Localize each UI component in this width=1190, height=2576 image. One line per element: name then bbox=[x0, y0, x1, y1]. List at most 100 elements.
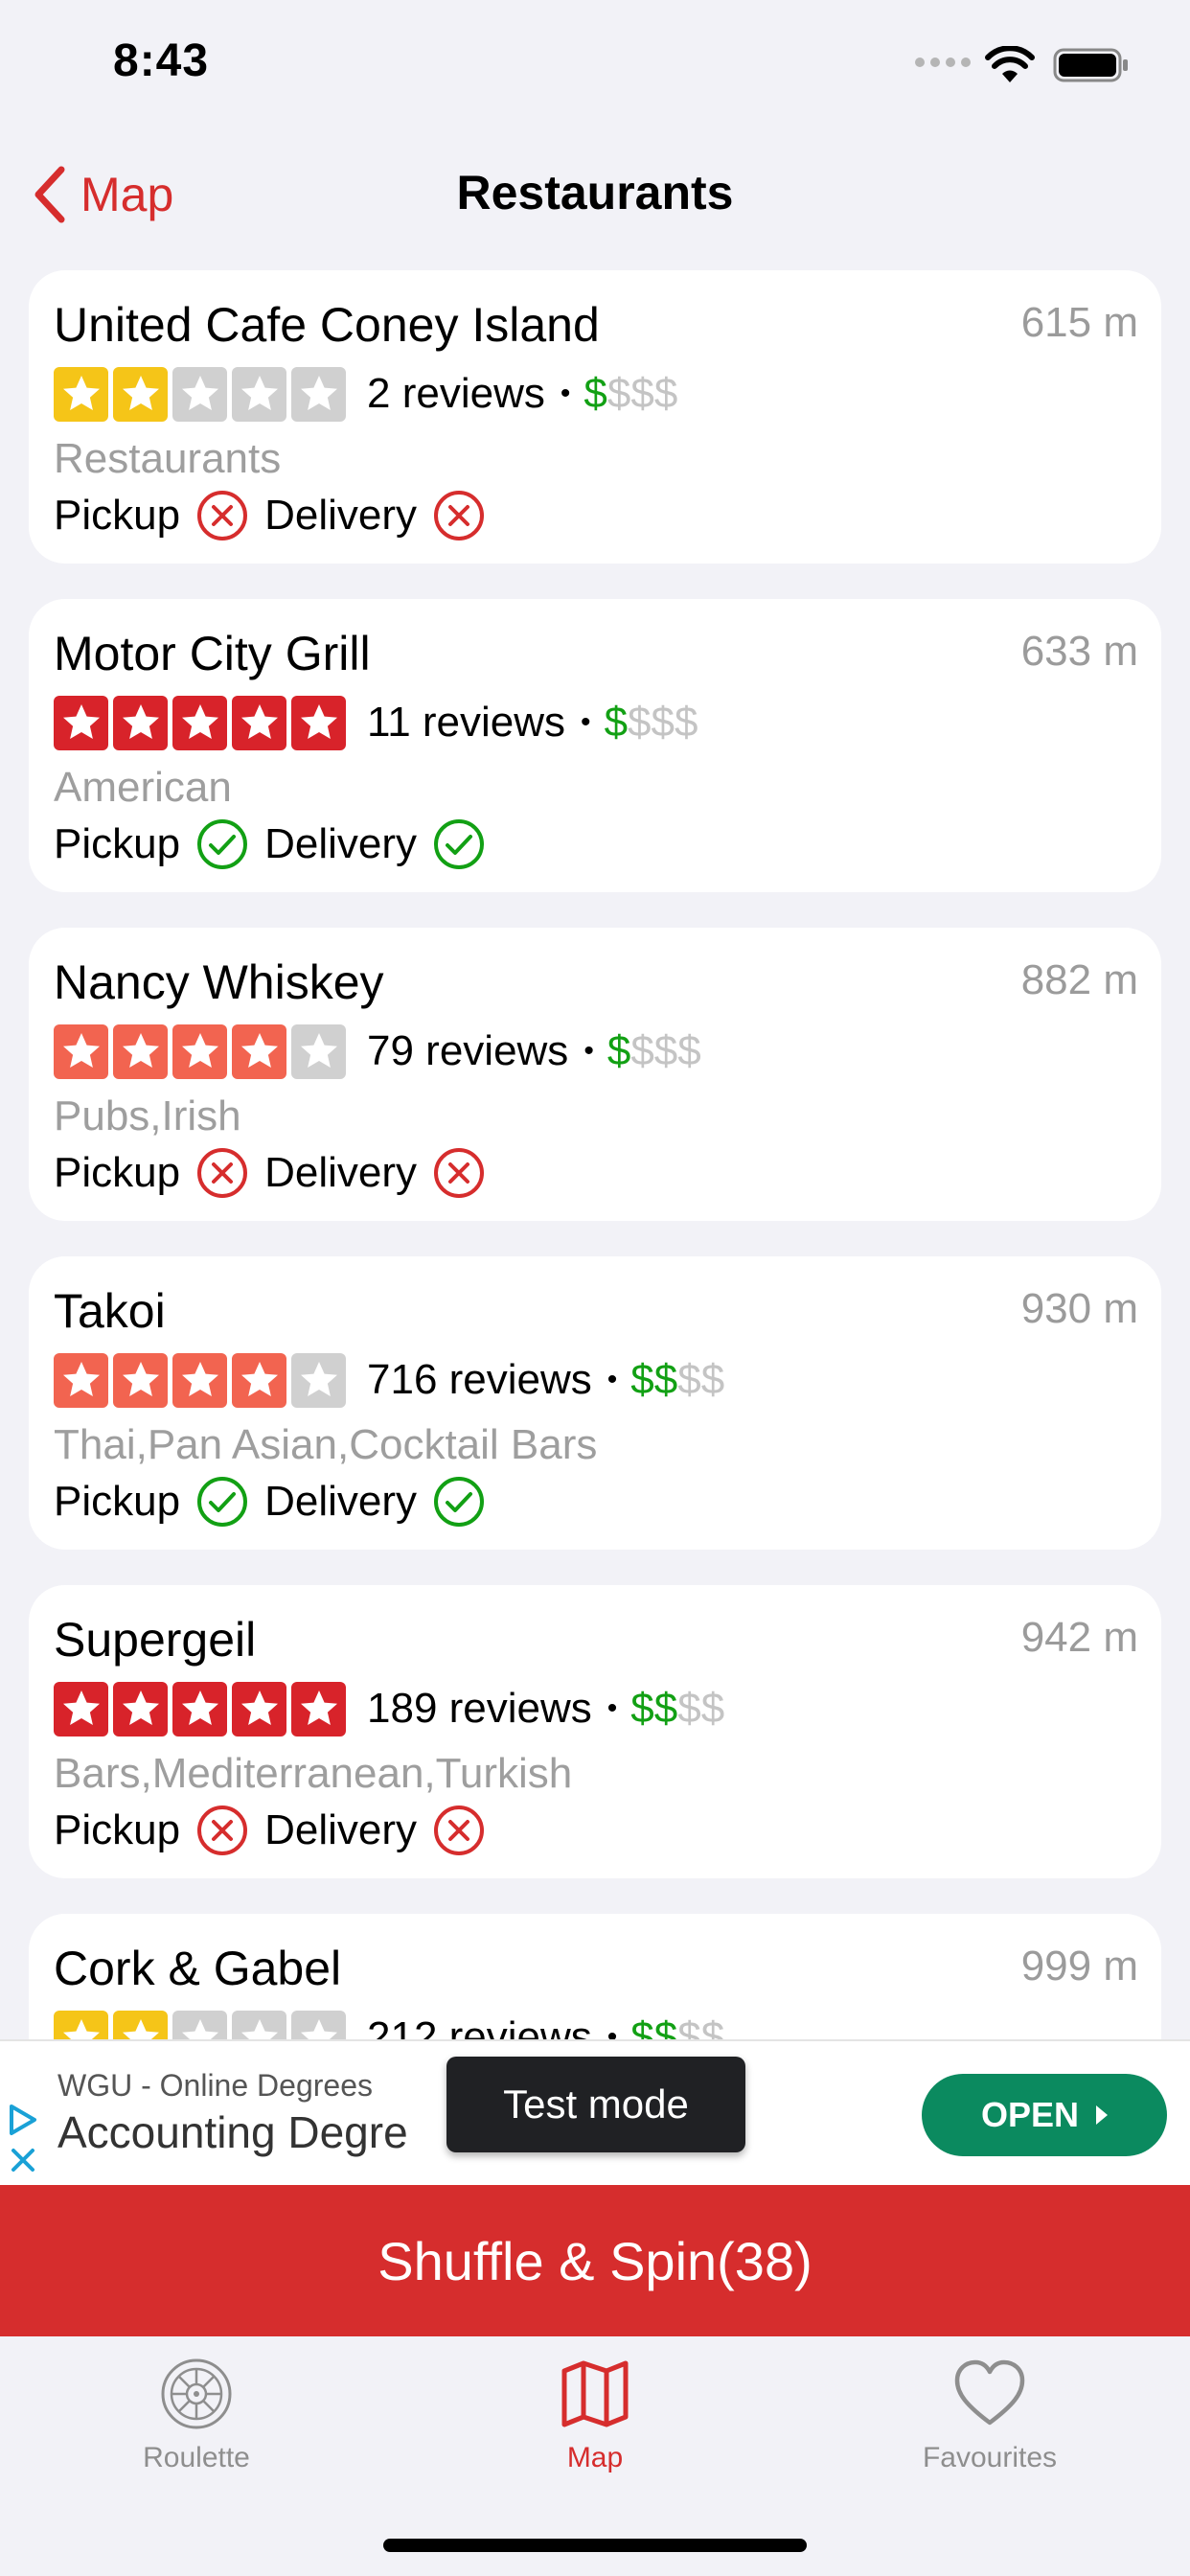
price-symbol: $ bbox=[653, 370, 678, 417]
star-filled-icon bbox=[54, 1352, 108, 1408]
price-symbol: $ bbox=[700, 2013, 725, 2041]
restaurant-distance: 999 m bbox=[1020, 1943, 1138, 1990]
restaurant-card[interactable]: Nancy Whiskey 882 m 79 reviews • $ $ $ $ Pubs,Ir… bbox=[29, 928, 1161, 1221]
navigation-bar: Map Restaurants bbox=[0, 134, 1190, 249]
delivery-label: Delivery bbox=[264, 1149, 417, 1196]
restaurant-card[interactable]: Cork & Gabel999 m212 reviews•$$$$PickupD… bbox=[29, 1914, 1161, 2041]
restaurant-categories: American bbox=[54, 764, 232, 811]
ad-sponsor: WGU - Online Degrees bbox=[57, 2068, 373, 2103]
caret-right-icon bbox=[1096, 2105, 1109, 2125]
adchoices-icon[interactable] bbox=[6, 2099, 40, 2179]
tab-map[interactable]: Map bbox=[451, 2356, 739, 2509]
price-symbol: $ bbox=[628, 699, 652, 746]
review-count: 2 reviews bbox=[367, 370, 545, 417]
shuffle-spin-button[interactable]: Shuffle & Spin(38) bbox=[0, 2185, 1190, 2336]
price-symbol: $ bbox=[630, 370, 654, 417]
price-level: $ $ $ $ bbox=[607, 1027, 701, 1075]
restaurant-categories: Bars,Mediterranean,Turkish bbox=[54, 1750, 573, 1797]
restaurant-list[interactable]: United Cafe Coney Island 615 m 2 reviews • $… bbox=[29, 270, 1161, 2041]
ad-open-button[interactable]: OPEN bbox=[922, 2074, 1167, 2156]
rating-row: 2 reviews • $ $ $ $ bbox=[54, 366, 677, 422]
price-symbol: $ bbox=[677, 2013, 701, 2041]
star-filled-icon bbox=[172, 1681, 227, 1736]
rating-row: 716 reviews • $ $ $ $ bbox=[54, 1352, 724, 1408]
star-empty-icon bbox=[291, 366, 346, 422]
price-symbol: $ bbox=[653, 1027, 678, 1074]
separator-dot: • bbox=[606, 1692, 618, 1724]
star-filled-icon bbox=[113, 2010, 168, 2041]
restaurant-card[interactable]: United Cafe Coney Island 615 m 2 reviews • $… bbox=[29, 270, 1161, 564]
test-mode-badge: Test mode bbox=[446, 2057, 745, 2152]
price-symbol: $ bbox=[677, 1356, 701, 1403]
star-filled-icon bbox=[232, 1352, 286, 1408]
price-symbol: $ bbox=[700, 1356, 725, 1403]
tab-roulette[interactable]: Roulette bbox=[53, 2356, 340, 2509]
star-filled-icon bbox=[113, 1681, 168, 1736]
separator-dot: • bbox=[606, 2021, 618, 2041]
checkmark-circle-icon bbox=[197, 1477, 248, 1527]
star-empty-icon bbox=[291, 1352, 346, 1408]
review-count: 79 reviews bbox=[367, 1027, 569, 1074]
battery-icon bbox=[1053, 48, 1128, 82]
tab-favourites[interactable]: Favourites bbox=[846, 2356, 1133, 2509]
service-options: Pickup Delivery bbox=[54, 816, 501, 873]
price-symbol: $ bbox=[700, 1685, 725, 1732]
restaurant-name: United Cafe Coney Island bbox=[54, 298, 600, 352]
status-time: 8:43 bbox=[113, 35, 210, 86]
restaurant-name: Nancy Whiskey bbox=[54, 955, 384, 1009]
rating-row: 79 reviews • $ $ $ $ bbox=[54, 1024, 701, 1079]
star-rating bbox=[54, 366, 346, 422]
star-filled-icon bbox=[54, 1681, 108, 1736]
restaurant-card[interactable]: Supergeil 942 m 189 reviews • $ $ $ $ Bars,Medit… bbox=[29, 1585, 1161, 1878]
restaurant-name: Supergeil bbox=[54, 1613, 257, 1667]
ad-open-label: OPEN bbox=[980, 2095, 1080, 2134]
x-circle-icon bbox=[434, 491, 484, 540]
status-bar: 8:43 bbox=[0, 0, 1190, 134]
pickup-label: Pickup bbox=[54, 492, 181, 539]
star-filled-icon bbox=[172, 1024, 227, 1079]
review-count: 716 reviews bbox=[367, 1356, 592, 1403]
restaurant-name: Takoi bbox=[54, 1284, 166, 1338]
star-empty-icon bbox=[172, 2010, 227, 2041]
star-filled-icon bbox=[172, 695, 227, 750]
delivery-label: Delivery bbox=[264, 820, 417, 867]
x-circle-icon bbox=[434, 1148, 484, 1198]
ad-banner[interactable]: WGU - Online Degrees Accounting Degre Te… bbox=[0, 2039, 1190, 2185]
price-symbol: $ bbox=[604, 699, 629, 746]
price-level: $ $ $ $ bbox=[605, 699, 698, 747]
roulette-wheel-icon bbox=[161, 2358, 232, 2429]
separator-dot: • bbox=[606, 1364, 618, 1395]
star-rating bbox=[54, 1681, 346, 1736]
service-options: Pickup Delivery bbox=[54, 1144, 501, 1202]
delivery-label: Delivery bbox=[264, 1478, 417, 1525]
service-options: Pickup Delivery bbox=[54, 1802, 501, 1859]
price-symbol: $ bbox=[630, 1027, 654, 1074]
map-icon bbox=[561, 2360, 629, 2427]
star-filled-icon bbox=[232, 1681, 286, 1736]
star-filled-icon bbox=[291, 695, 346, 750]
star-rating bbox=[54, 1024, 346, 1079]
price-symbol: $ bbox=[677, 1027, 701, 1074]
heart-icon bbox=[954, 2359, 1025, 2426]
restaurant-card[interactable]: Motor City Grill 633 m 11 reviews • $ $ $ $ Amer… bbox=[29, 599, 1161, 892]
star-filled-icon bbox=[113, 1352, 168, 1408]
delivery-label: Delivery bbox=[264, 1806, 417, 1853]
restaurant-distance: 882 m bbox=[1020, 956, 1138, 1003]
restaurant-distance: 930 m bbox=[1020, 1285, 1138, 1332]
price-symbol: $ bbox=[584, 370, 607, 417]
star-rating bbox=[54, 1352, 346, 1408]
review-count: 11 reviews bbox=[367, 699, 566, 746]
price-symbol: $ bbox=[606, 370, 631, 417]
separator-dot: • bbox=[560, 378, 571, 409]
restaurant-distance: 942 m bbox=[1020, 1614, 1138, 1661]
ad-headline: Accounting Degre bbox=[57, 2107, 408, 2157]
price-level: $ $ $ $ bbox=[584, 370, 677, 418]
price-symbol: $ bbox=[606, 1027, 631, 1074]
restaurant-card[interactable]: Takoi 930 m 716 reviews • $ $ $ $ Thai,Pan Asian… bbox=[29, 1256, 1161, 1550]
star-empty-icon bbox=[172, 366, 227, 422]
page-title: Restaurants bbox=[456, 166, 734, 219]
tab-label: Roulette bbox=[143, 2442, 250, 2473]
price-symbol: $ bbox=[677, 1685, 701, 1732]
star-filled-icon bbox=[113, 695, 168, 750]
star-filled-icon bbox=[113, 366, 168, 422]
